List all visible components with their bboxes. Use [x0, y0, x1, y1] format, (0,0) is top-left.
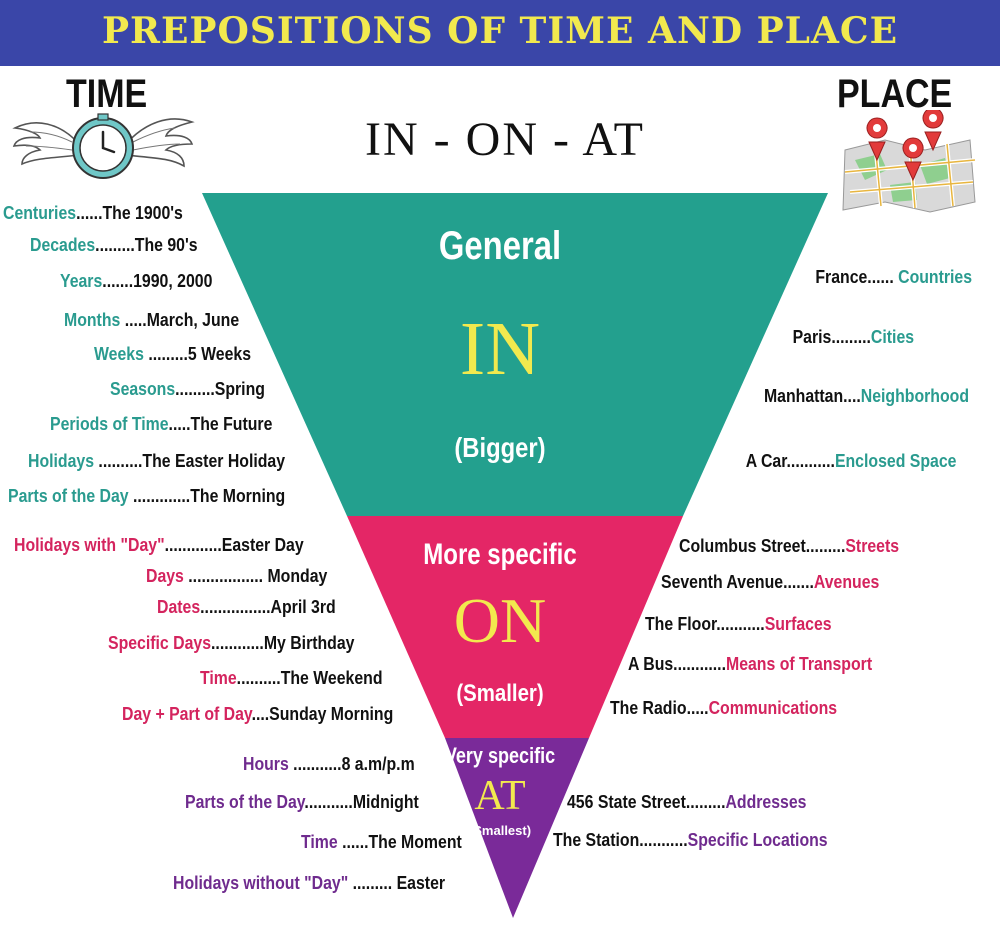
time-in-item: Periods of Time.....The Future — [50, 414, 273, 434]
place-on-item: A Bus............Means of Transport — [628, 654, 873, 674]
time-in-item: Decades.........The 90's — [30, 235, 198, 255]
time-on-item: Time..........The Weekend — [200, 668, 383, 688]
time-in-item: Holidays ..........The Easter Holiday — [28, 451, 286, 471]
place-in-item: A Car...........Enclosed Space — [745, 451, 956, 471]
time-at-item: Hours ...........8 a.m/p.m — [243, 754, 415, 774]
time-in-item: Weeks .........5 Weeks — [94, 344, 252, 364]
time-at-item: Holidays without "Day" ......... Easter — [173, 873, 446, 893]
place-in-item: Manhattan....Neighborhood — [763, 386, 969, 406]
at-top-label: Very specific — [444, 743, 556, 768]
time-in-item: Parts of the Day .............The Mornin… — [8, 486, 286, 506]
place-at-item: 456 State Street.........Addresses — [567, 792, 807, 812]
time-on-item: Holidays with "Day".............Easter D… — [14, 535, 304, 555]
time-on-item: Days ................. Monday — [146, 566, 328, 586]
at-bottom-label: (Smallest) — [468, 823, 532, 838]
time-at-item: Parts of the Day...........Midnight — [185, 792, 419, 812]
time-in-item: Months .....March, June — [64, 310, 240, 330]
time-on-item: Day + Part of Day....Sunday Morning — [122, 704, 394, 724]
place-on-item: Seventh Avenue.......Avenues — [661, 572, 880, 592]
place-at-item: The Station...........Specific Locations — [553, 830, 828, 850]
time-in-item: Centuries......The 1900's — [3, 203, 183, 223]
time-at-item: Time ......The Moment — [301, 832, 462, 852]
place-in-item: Paris.........Cities — [792, 327, 914, 347]
place-in-item: France...... Countries — [815, 267, 972, 287]
time-in-item: Seasons.........Spring — [110, 379, 265, 399]
time-on-item: Specific Days............My Birthday — [108, 633, 355, 653]
time-in-item: Years.......1990, 2000 — [60, 271, 213, 291]
place-on-item: The Floor...........Surfaces — [645, 614, 832, 634]
in-top-label: General — [438, 224, 562, 268]
at-keyword: AT — [474, 773, 526, 819]
place-on-item: The Radio.....Communications — [610, 698, 838, 718]
place-on-item: Columbus Street.........Streets — [679, 536, 900, 556]
time-on-item: Dates................April 3rd — [157, 597, 336, 617]
